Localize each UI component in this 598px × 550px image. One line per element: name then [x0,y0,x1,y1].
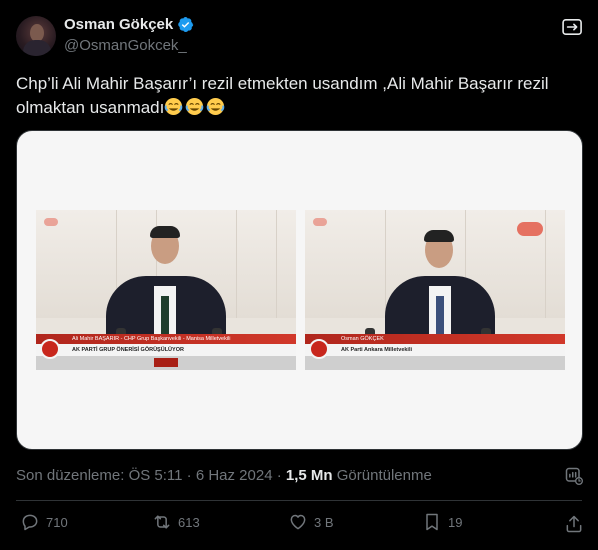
repost-icon [154,515,170,529]
author-avatar[interactable] [16,16,56,56]
author-display-name[interactable]: Osman Gökçek [64,16,173,33]
heart-icon [290,514,306,530]
divider [16,500,582,501]
bookmark-count: 19 [448,514,463,530]
reply-count: 710 [46,514,68,530]
tweet-text: Chp’li Ali Mahir Başarır’ı rezil etmekte… [16,72,582,120]
video-frame-right: Osman GÖKÇEK AK Parti Ankara Milletvekil… [305,210,565,370]
face-with-tears-of-joy-icon [165,97,183,116]
speaker-subtitle-right: AK Parti Ankara Milletvekili [341,347,413,353]
speaker-name-left: Ali Mahir BAŞARIR - CHP Grup Başkanvekil… [72,336,231,342]
verified-badge-icon [178,17,194,32]
more-options-icon[interactable] [562,18,584,36]
tbmm-emblem-icon [40,339,60,359]
channel-logo-icon [44,218,58,226]
face-with-tears-of-joy-icon [186,97,204,116]
reply-icon [22,514,38,531]
lower-third-right: Osman GÖKÇEK AK Parti Ankara Milletvekil… [305,334,565,370]
speaker-name-right: Osman GÖKÇEK [341,336,384,342]
repost-button[interactable]: 613 [152,512,200,532]
tweet-meta: Son düzenleme: ÖS 5:11 · 6 Haz 2024 · 1,… [16,467,432,484]
share-icon[interactable] [564,514,584,534]
tbmm-emblem-icon [309,339,329,359]
reply-button[interactable]: 710 [20,512,68,532]
tweet-media-image[interactable]: Ali Mahir BAŞARIR - CHP Grup Başkanvekil… [16,130,583,450]
edited-timestamp[interactable]: Son düzenleme: ÖS 5:11 · 6 Haz 2024 · [16,467,282,484]
repost-count: 613 [178,514,200,530]
action-bar: 710 613 3 B 19 [0,512,598,540]
views-count: 1,5 Mn [285,467,333,484]
channel-logo-icon [313,218,327,226]
live-badge-icon [517,222,543,236]
tweet-body: Chp’li Ali Mahir Başarır’ı rezil etmekte… [16,74,549,117]
author-handle[interactable]: @OsmanGokcek_ [64,37,187,54]
views-label: Görüntülenme [336,467,432,484]
lower-third-left: Ali Mahir BAŞARIR - CHP Grup Başkanvekil… [36,334,296,370]
face-with-tears-of-joy-icon [207,97,225,116]
edit-history-icon[interactable] [564,466,584,486]
video-frame-left: Ali Mahir BAŞARIR - CHP Grup Başkanvekil… [36,210,296,370]
bookmark-icon [426,513,438,531]
bookmark-button[interactable]: 19 [422,512,462,532]
emoji-group [164,97,227,117]
like-button[interactable]: 3 B [288,512,334,532]
author-name-row[interactable]: Osman Gökçek [64,16,194,33]
speaker-subtitle-left: AK PARTİ GRUP ÖNERİSİ GÖRÜŞÜLÜYOR [72,347,184,353]
like-count: 3 B [314,514,334,530]
